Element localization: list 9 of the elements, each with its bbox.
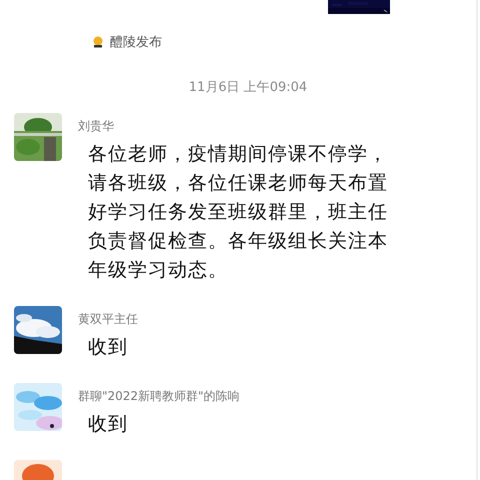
sender-name: 黄双平主任 (78, 311, 138, 328)
message-text: 收到 (87, 412, 129, 437)
sender-name: 刘贵华 (78, 118, 114, 135)
source-name[interactable]: 醴陵发布 (110, 33, 162, 51)
message-text: 收到 (87, 335, 129, 360)
app-logo-icon (92, 36, 104, 48)
message-text: 各位老师，疫情期间停课不停学，请各班级，各位任课老师每天布置好学习任务发至班级群里，班主任负责督促检查。各年级组长关注本年级学习动态。 (87, 142, 389, 283)
sender-name: 群聊"2022新聘教师群"的陈响 (78, 388, 240, 405)
timestamp: 11月6日 上午09:04 (188, 79, 308, 96)
